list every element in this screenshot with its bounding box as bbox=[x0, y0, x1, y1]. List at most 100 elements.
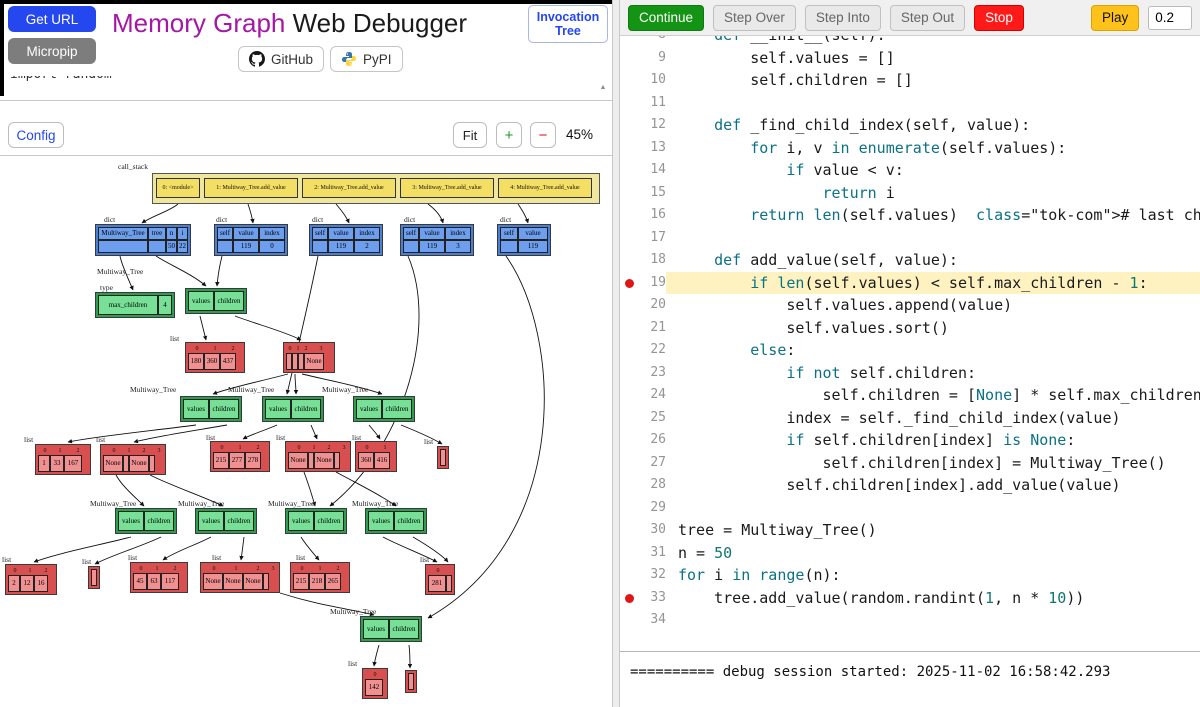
line-number[interactable]: 34 bbox=[638, 609, 666, 632]
line-number[interactable]: 14 bbox=[638, 159, 666, 182]
breakpoint-gutter[interactable] bbox=[620, 92, 638, 115]
code-editor[interactable]: 8 def __init__(self):9 self.values = []1… bbox=[620, 36, 1200, 651]
breakpoint-gutter[interactable] bbox=[620, 542, 638, 565]
breakpoint-gutter[interactable] bbox=[620, 159, 638, 182]
line-number[interactable]: 22 bbox=[638, 339, 666, 362]
breakpoint-gutter[interactable] bbox=[620, 339, 638, 362]
line-number[interactable]: 21 bbox=[638, 317, 666, 340]
graph-cell: values bbox=[183, 399, 209, 419]
breakpoint-gutter[interactable] bbox=[620, 384, 638, 407]
graph-cell: index bbox=[259, 227, 285, 240]
breakpoint-gutter[interactable] bbox=[620, 36, 638, 47]
list-index: 0 bbox=[203, 565, 225, 573]
fit-button[interactable]: Fit bbox=[453, 122, 487, 148]
graph-cell: None bbox=[314, 452, 334, 469]
line-number[interactable]: 8 bbox=[638, 36, 666, 47]
breakpoint-gutter[interactable] bbox=[620, 564, 638, 587]
line-number[interactable]: 15 bbox=[638, 182, 666, 205]
scroll-up-icon[interactable]: ▲ bbox=[597, 84, 609, 99]
line-number[interactable]: 12 bbox=[638, 114, 666, 137]
line-number[interactable]: 25 bbox=[638, 407, 666, 430]
breakpoint-gutter[interactable] bbox=[620, 137, 638, 160]
breakpoint-dot[interactable] bbox=[620, 587, 638, 610]
graph-canvas[interactable]: call_stackdictdictdictdictdictMultiway_T… bbox=[0, 156, 612, 707]
graph-node-list: 012215218265 bbox=[290, 562, 350, 593]
breakpoint-gutter[interactable] bbox=[620, 294, 638, 317]
graph-cell: 437 bbox=[220, 353, 236, 370]
code-text: else: bbox=[666, 339, 1200, 362]
breakpoint-gutter[interactable] bbox=[620, 182, 638, 205]
graph-node-list: 0124563117 bbox=[130, 562, 188, 593]
pane-splitter[interactable] bbox=[612, 0, 620, 707]
graph-edge bbox=[374, 645, 379, 666]
zoom-in-button[interactable]: + bbox=[496, 122, 522, 148]
line-number[interactable]: 16 bbox=[638, 204, 666, 227]
breakpoint-gutter[interactable] bbox=[620, 317, 638, 340]
breakpoint-gutter[interactable] bbox=[620, 429, 638, 452]
line-number[interactable]: 19 bbox=[638, 272, 666, 295]
config-button[interactable]: Config bbox=[8, 122, 64, 148]
graph-node-list: 01360416 bbox=[355, 441, 397, 472]
code-text: tree = Multiway_Tree() bbox=[666, 519, 1200, 542]
zoom-out-button[interactable]: − bbox=[530, 122, 556, 148]
breakpoint-gutter[interactable] bbox=[620, 249, 638, 272]
line-number[interactable]: 17 bbox=[638, 227, 666, 250]
breakpoint-gutter[interactable] bbox=[620, 69, 638, 92]
step-out-button[interactable]: Step Out bbox=[890, 5, 965, 31]
graph-node-dict: selfvalueindex1192 bbox=[309, 224, 383, 256]
line-number[interactable]: 26 bbox=[638, 429, 666, 452]
line-number[interactable]: 24 bbox=[638, 384, 666, 407]
code-lines: 8 def __init__(self):9 self.values = []1… bbox=[620, 36, 1200, 632]
source-strip[interactable]: import random bbox=[6, 76, 594, 98]
micropip-button[interactable]: Micropip bbox=[8, 38, 96, 64]
step-delay-input[interactable] bbox=[1148, 6, 1192, 30]
line-number[interactable]: 31 bbox=[638, 542, 666, 565]
breakpoint-gutter[interactable] bbox=[620, 362, 638, 385]
stop-button[interactable]: Stop bbox=[974, 5, 1024, 31]
step-over-button[interactable]: Step Over bbox=[713, 5, 796, 31]
get-url-button[interactable]: Get URL bbox=[8, 6, 96, 32]
breakpoint-gutter[interactable] bbox=[620, 609, 638, 632]
line-number[interactable]: 9 bbox=[638, 47, 666, 70]
breakpoint-gutter[interactable] bbox=[620, 204, 638, 227]
breakpoint-dot[interactable] bbox=[620, 272, 638, 295]
graph-cell: 218 bbox=[309, 573, 325, 590]
line-number[interactable]: 18 bbox=[638, 249, 666, 272]
graph-cell bbox=[403, 240, 419, 253]
line-number[interactable]: 20 bbox=[638, 294, 666, 317]
graph-cell: 167 bbox=[64, 455, 82, 472]
graph-cell: self bbox=[500, 227, 518, 240]
line-number[interactable]: 30 bbox=[638, 519, 666, 542]
breakpoint-gutter[interactable] bbox=[620, 452, 638, 475]
continue-button[interactable]: Continue bbox=[628, 5, 704, 31]
code-text: return i bbox=[666, 182, 1200, 205]
graph-node-dict: Multiway_Treetreeni5022 bbox=[95, 224, 191, 256]
line-number[interactable]: 23 bbox=[638, 362, 666, 385]
line-number[interactable]: 11 bbox=[638, 92, 666, 115]
github-button[interactable]: GitHub bbox=[238, 46, 324, 72]
line-number[interactable]: 28 bbox=[638, 474, 666, 497]
graph-node-label: Multiway_Tree bbox=[268, 499, 314, 508]
pypi-button[interactable]: PyPI bbox=[330, 46, 403, 72]
line-number[interactable]: 32 bbox=[638, 564, 666, 587]
list-index: 1 bbox=[311, 565, 329, 573]
breakpoint-gutter[interactable] bbox=[620, 407, 638, 430]
breakpoint-gutter[interactable] bbox=[620, 47, 638, 70]
list-index: 2 bbox=[165, 565, 185, 573]
graph-node-object: valueschildren bbox=[353, 396, 415, 422]
line-number[interactable]: 33 bbox=[638, 587, 666, 610]
line-number[interactable]: 29 bbox=[638, 497, 666, 520]
line-number[interactable]: 27 bbox=[638, 452, 666, 475]
line-number[interactable]: 10 bbox=[638, 69, 666, 92]
graph-node-label: Multiway_Tree bbox=[228, 385, 274, 394]
code-line: 34 bbox=[620, 609, 1200, 632]
line-number[interactable]: 13 bbox=[638, 137, 666, 160]
breakpoint-gutter[interactable] bbox=[620, 114, 638, 137]
breakpoint-gutter[interactable] bbox=[620, 227, 638, 250]
breakpoint-gutter[interactable] bbox=[620, 519, 638, 542]
breakpoint-gutter[interactable] bbox=[620, 497, 638, 520]
invocation-tree-button[interactable]: Invocation Tree bbox=[528, 5, 608, 43]
breakpoint-gutter[interactable] bbox=[620, 474, 638, 497]
step-into-button[interactable]: Step Into bbox=[805, 5, 881, 31]
play-button[interactable]: Play bbox=[1091, 5, 1139, 31]
